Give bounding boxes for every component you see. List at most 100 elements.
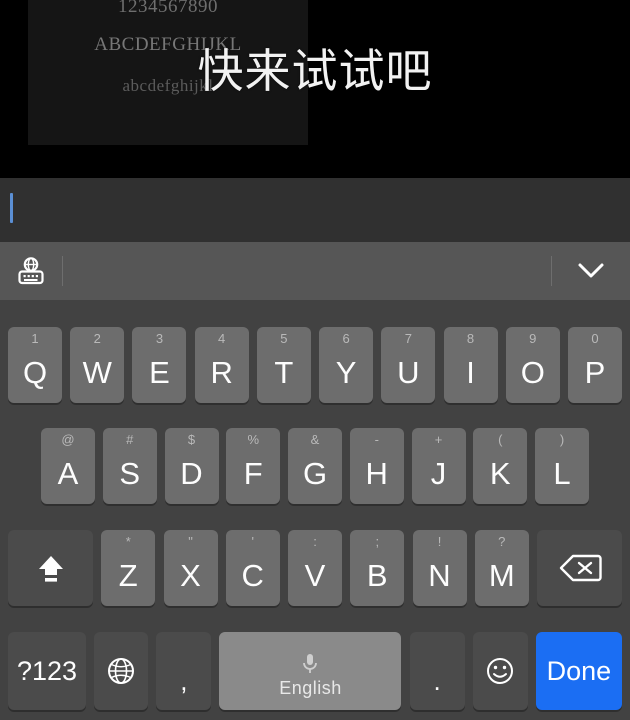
symbols-key[interactable]: ?123 xyxy=(8,632,86,710)
period-key[interactable]: . xyxy=(409,632,465,710)
key-label: R xyxy=(210,354,233,390)
key-a[interactable]: @ A xyxy=(41,428,95,504)
key-sup: ? xyxy=(498,534,506,549)
key-q[interactable]: 1Q xyxy=(8,327,62,403)
key-sup: 4 xyxy=(218,331,226,346)
text-caret xyxy=(10,193,13,223)
font-preview-digits: 1234567890 xyxy=(118,0,218,17)
key-label: Q xyxy=(22,354,48,390)
key-label: M xyxy=(488,557,515,593)
microphone-icon xyxy=(300,652,320,676)
key-b[interactable]: ; B xyxy=(350,530,405,606)
key-m[interactable]: ? M xyxy=(474,530,529,606)
key-j[interactable]: + J xyxy=(411,428,466,504)
key-label: J xyxy=(430,455,447,491)
key-v[interactable]: :V xyxy=(288,530,342,606)
key-sup: 7 xyxy=(404,331,412,346)
key-label: T xyxy=(274,354,294,390)
key-label: I xyxy=(466,354,475,390)
key-sup: 0 xyxy=(591,331,599,346)
key-label: A xyxy=(57,455,79,491)
key-label: S xyxy=(119,455,141,491)
keyboard-globe-icon[interactable] xyxy=(0,242,62,300)
key-label: Done xyxy=(546,655,612,686)
keyboard-row-1: 1Q 2W 3E 4R 5T 6Y 7U 8I 9O 0P xyxy=(0,327,630,403)
key-label: N xyxy=(428,557,451,593)
shift-key[interactable] xyxy=(8,530,93,606)
key-label: K xyxy=(489,455,511,491)
key-label: V xyxy=(304,557,326,593)
comma-key[interactable]: , xyxy=(156,632,212,710)
key-sup: 8 xyxy=(466,331,475,346)
key-w[interactable]: 2W xyxy=(70,327,125,403)
key-sup: ! xyxy=(437,534,442,549)
key-sup: % xyxy=(247,432,260,447)
chevron-down-icon[interactable] xyxy=(552,242,630,300)
key-label: U xyxy=(397,354,420,390)
key-label: Y xyxy=(335,354,357,390)
suggestion-strip xyxy=(0,242,630,300)
key-label: G xyxy=(302,455,328,491)
globe-icon xyxy=(108,658,135,684)
key-sup: $ xyxy=(187,432,196,447)
key-sup: # xyxy=(126,432,134,447)
key-f[interactable]: % F xyxy=(226,428,281,504)
key-r[interactable]: 4R xyxy=(194,327,249,403)
key-u[interactable]: 7U xyxy=(381,327,436,403)
key-i[interactable]: 8I xyxy=(443,327,498,403)
key-h[interactable]: -H xyxy=(349,428,404,504)
key-sup: + xyxy=(434,432,443,447)
language-key[interactable] xyxy=(94,632,149,710)
key-l[interactable]: ) L xyxy=(535,428,589,504)
keyboard-row-3: * Z " X ' C :V ; B ! N ? M xyxy=(0,530,630,606)
keyboard-row-2: @ A # S $ D % F & G -H + J (K ) L xyxy=(0,428,630,504)
key-sup: 1 xyxy=(31,331,39,346)
key-sup: : xyxy=(313,534,317,549)
key-label: F xyxy=(243,455,263,491)
keyboard-row-4: ?123 , English . Done xyxy=(0,632,630,710)
key-sup: 9 xyxy=(529,331,537,346)
emoji-key[interactable] xyxy=(472,632,528,710)
key-n[interactable]: ! N xyxy=(412,530,467,606)
key-sup: * xyxy=(125,534,131,549)
key-label: H xyxy=(365,455,388,491)
smiley-face-icon xyxy=(487,658,514,684)
key-sup: " xyxy=(188,534,193,549)
key-label: B xyxy=(366,557,388,593)
key-t[interactable]: 5T xyxy=(256,327,311,403)
wallpaper-stage: 1234567890 ABCDEFGHIJKL abcdefghijkl 快来试… xyxy=(0,0,630,178)
suggestion-list[interactable] xyxy=(63,242,551,300)
key-label: E xyxy=(149,354,170,390)
key-e[interactable]: 3E xyxy=(132,327,187,403)
key-x[interactable]: " X xyxy=(163,530,218,606)
overlay-title: 快来试试吧 xyxy=(197,44,433,98)
text-input-field[interactable] xyxy=(0,178,630,242)
key-d[interactable]: $ D xyxy=(164,428,219,504)
key-g[interactable]: & G xyxy=(288,428,342,504)
key-sup: ; xyxy=(375,534,380,549)
key-label: ?123 xyxy=(16,655,78,686)
key-label: O xyxy=(520,354,545,390)
key-label: , xyxy=(180,666,188,696)
key-label: L xyxy=(553,455,571,491)
done-key[interactable]: Done xyxy=(535,632,622,710)
soft-keyboard: 1Q 2W 3E 4R 5T 6Y 7U 8I 9O 0P @ A # S $ D %… xyxy=(0,300,630,720)
key-z[interactable]: * Z xyxy=(101,530,156,606)
key-k[interactable]: (K xyxy=(473,428,528,504)
key-label: W xyxy=(82,354,112,390)
key-p[interactable]: 0P xyxy=(567,327,622,403)
key-sup: - xyxy=(374,432,379,447)
key-sup: ) xyxy=(559,432,565,447)
key-o[interactable]: 9O xyxy=(505,327,560,403)
backspace-key[interactable] xyxy=(537,530,622,606)
key-c[interactable]: ' C xyxy=(225,530,280,606)
key-y[interactable]: 6Y xyxy=(319,327,374,403)
key-sup: 6 xyxy=(342,331,350,346)
key-label: D xyxy=(180,455,203,491)
key-sup: 2 xyxy=(93,331,101,346)
key-sup: 3 xyxy=(155,331,164,346)
space-key[interactable]: English xyxy=(219,632,402,710)
key-label: . xyxy=(433,666,441,696)
key-s[interactable]: # S xyxy=(102,428,157,504)
key-label: C xyxy=(241,557,264,593)
